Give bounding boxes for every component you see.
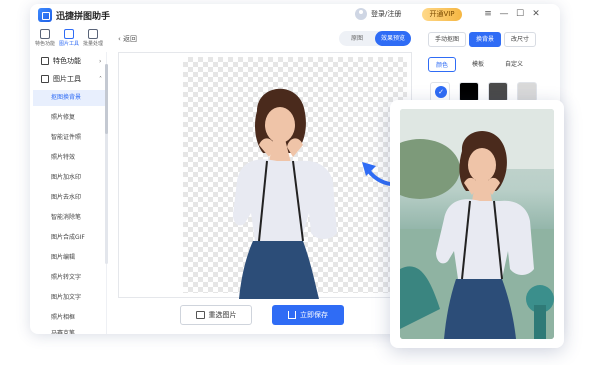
- tab-custom[interactable]: 自定义: [500, 57, 528, 72]
- color-swatches: [430, 82, 537, 102]
- tab-batch-label: 批量处理: [82, 41, 103, 47]
- swatch-white[interactable]: [430, 82, 450, 102]
- user-login[interactable]: 登录/注册: [355, 8, 401, 20]
- sidebar-item[interactable]: 图片编辑: [33, 250, 105, 266]
- tab-change-background[interactable]: 换背景: [469, 32, 502, 47]
- view-toggle[interactable]: 原图 效果预览: [339, 31, 411, 46]
- background-sub-tabs: 颜色 模板 自定义: [428, 57, 528, 72]
- tab-featured[interactable]: 特色功能: [33, 26, 57, 52]
- minimize-icon[interactable]: —: [498, 8, 510, 20]
- sidebar-item[interactable]: 图片去水印: [33, 190, 105, 206]
- sidebar-item[interactable]: 智能消除笔: [33, 210, 105, 226]
- sidebar-section-image-tools[interactable]: 图片工具 ˄: [41, 74, 102, 84]
- sidebar-item[interactable]: 图片合成GIF: [33, 230, 105, 246]
- cutout-person-image: [233, 88, 337, 299]
- tab-batch[interactable]: 批量处理: [81, 26, 105, 52]
- tab-manual-cutout[interactable]: 手动抠图: [428, 32, 467, 47]
- grid-icon: [41, 57, 49, 65]
- sidebar: 特色功能 › 图片工具 ˄ 抠图换背景 照片修复 智能证件照 照片特效 图片加水…: [33, 52, 107, 334]
- section-label: 图片工具: [53, 75, 81, 83]
- tab-resize[interactable]: 改尺寸: [504, 32, 537, 47]
- swatch-black[interactable]: [459, 82, 479, 102]
- tab-template[interactable]: 模板: [464, 57, 492, 72]
- sidebar-item[interactable]: 智能证件照: [33, 130, 105, 146]
- tab-image-tools[interactable]: 图片工具: [57, 26, 81, 52]
- vip-button[interactable]: 开通VIP: [422, 8, 462, 21]
- close-icon[interactable]: ✕: [530, 8, 542, 20]
- batch-icon: [88, 29, 98, 39]
- mode-tabs: 手动抠图 换背景 改尺寸: [428, 32, 537, 47]
- save-button[interactable]: 立即保存: [272, 305, 344, 325]
- original-photo: [400, 109, 554, 339]
- sidebar-section-featured[interactable]: 特色功能 ›: [41, 56, 101, 66]
- image-icon: [195, 311, 205, 319]
- chevron-up-icon: ˄: [99, 75, 102, 83]
- title-bar: 迅捷拼图助手 登录/注册 开通VIP ≡ — ☐ ✕: [30, 4, 560, 26]
- tab-image-tools-label: 图片工具: [58, 41, 79, 47]
- sidebar-scrollbar[interactable]: [105, 64, 108, 264]
- menu-icon[interactable]: ≡: [482, 8, 494, 20]
- image-tool-icon: [64, 29, 74, 39]
- toggle-original[interactable]: 原图: [339, 31, 375, 46]
- toggle-preview[interactable]: 效果预览: [375, 31, 411, 46]
- chevron-right-icon: ›: [99, 57, 102, 65]
- original-photo-card: [390, 100, 564, 348]
- back-label: 返回: [123, 35, 138, 43]
- photo-scene-image: [400, 109, 554, 339]
- sidebar-item[interactable]: 照片修复: [33, 110, 105, 126]
- nav-tabs: 特色功能 图片工具 批量处理: [33, 26, 105, 52]
- swatch-dark-gray[interactable]: [488, 82, 508, 102]
- tab-featured-label: 特色功能: [34, 41, 55, 47]
- section-label: 特色功能: [53, 57, 81, 65]
- sidebar-item[interactable]: 照片特效: [33, 150, 105, 166]
- download-icon: [288, 311, 296, 319]
- grid-icon: [40, 29, 50, 39]
- sidebar-item[interactable]: 图片加文字: [33, 290, 105, 306]
- maximize-icon[interactable]: ☐: [514, 8, 526, 20]
- avatar-icon: [355, 8, 367, 20]
- save-label: 立即保存: [300, 311, 328, 319]
- image-icon: [41, 75, 49, 83]
- sidebar-item[interactable]: 抠图换背景: [33, 90, 105, 106]
- sidebar-item[interactable]: 照片转文字: [33, 270, 105, 286]
- app-logo-icon: [38, 8, 52, 22]
- reselect-label: 重选图片: [208, 311, 237, 319]
- sidebar-item[interactable]: 马赛克笔: [33, 326, 105, 334]
- swatch-light-gray[interactable]: [517, 82, 537, 102]
- back-link[interactable]: ‹ 返回: [118, 34, 137, 44]
- app-title: 迅捷拼图助手: [56, 12, 111, 22]
- login-label[interactable]: 登录/注册: [371, 9, 401, 19]
- sidebar-item[interactable]: 图片加水印: [33, 170, 105, 186]
- sidebar-item[interactable]: 照片相框: [33, 310, 105, 326]
- reselect-image-button[interactable]: 重选图片: [180, 305, 252, 325]
- tab-color[interactable]: 颜色: [428, 57, 456, 72]
